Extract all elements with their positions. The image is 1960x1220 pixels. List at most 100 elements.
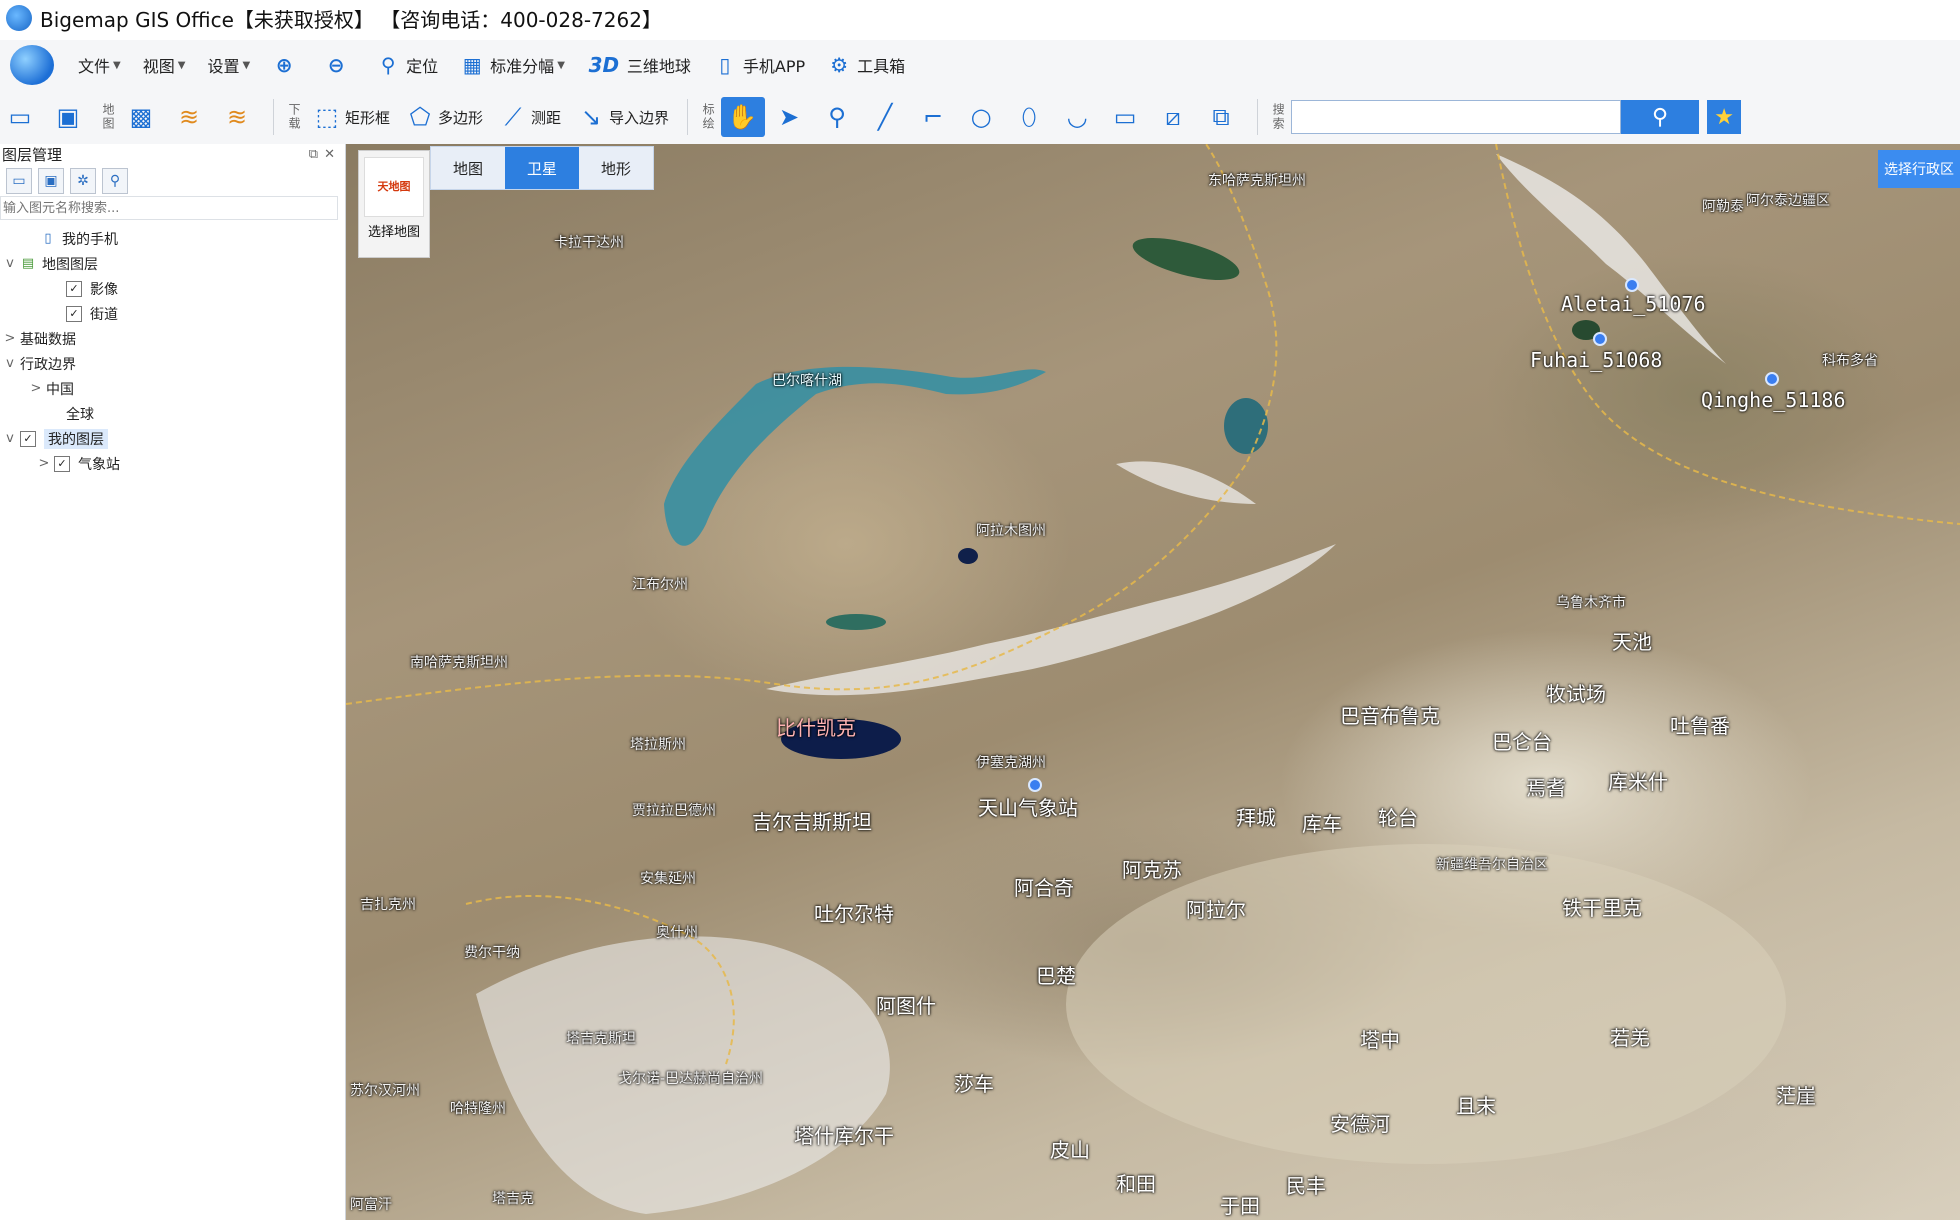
circle-tool-button[interactable]: ○ bbox=[961, 97, 1005, 137]
place-label: 库米什 bbox=[1608, 770, 1668, 794]
zoom-out-button[interactable]: ⊖ bbox=[324, 53, 354, 77]
tab-terrain[interactable]: 地形 bbox=[579, 147, 653, 189]
tree-expander[interactable]: > bbox=[0, 331, 20, 346]
import-boundary-button[interactable]: ↘ 导入边界 bbox=[571, 97, 675, 137]
locate-button[interactable]: ⚲ 定位 bbox=[376, 53, 438, 77]
lake-balkhash bbox=[664, 366, 1046, 546]
station-marker[interactable] bbox=[1765, 372, 1779, 386]
tree-node-my-layers[interactable]: v ✓ 我的图层 bbox=[0, 426, 345, 451]
curve-tool-button[interactable]: ◡ bbox=[1057, 97, 1101, 137]
polygon-select-icon: ⬠ bbox=[409, 103, 431, 131]
ellipse-tool-button[interactable]: ⬯ bbox=[1009, 97, 1053, 137]
place-label: 戈尔诺-巴达赫尚自治州 bbox=[618, 1071, 764, 1087]
open-button[interactable]: ▭ bbox=[0, 97, 44, 137]
tree-expander[interactable]: v bbox=[0, 256, 20, 271]
zoom-in-button[interactable]: ⊕ bbox=[272, 53, 302, 77]
station-label-tianshan[interactable]: 天山气象站 bbox=[978, 792, 1078, 821]
polygon-download-button[interactable]: ⬠ 多边形 bbox=[400, 97, 489, 137]
kml-import-button[interactable]: ≋ bbox=[169, 97, 213, 137]
place-label: 茫崖 bbox=[1776, 1084, 1816, 1108]
tree-node-admin-boundary[interactable]: v 行政边界 bbox=[0, 351, 345, 376]
menu-bar: 文件 ▼ 视图 ▼ 设置 ▼ ⊕ ⊖ ⚲ 定位 ▦ 标准分幅 ▼ 3D 三维地球 ▯ 手机APP… bbox=[0, 40, 1960, 91]
place-label: 焉耆 bbox=[1526, 776, 1566, 800]
tree-node-label: 我的图层 bbox=[44, 428, 108, 449]
select-region-button[interactable]: 选择行政区 bbox=[1878, 150, 1960, 188]
float-panel-icon[interactable]: ⧉ bbox=[309, 144, 318, 166]
pan-tool-button[interactable]: ✋ bbox=[721, 97, 766, 137]
layer-search-button[interactable]: ⚲ bbox=[102, 168, 128, 194]
area-measure-icon: ⧉ bbox=[1212, 103, 1230, 131]
tree-node-weather-stations[interactable]: > ✓ 气象站 bbox=[0, 451, 345, 476]
place-label: 比什凯克 bbox=[776, 716, 856, 740]
map-source-button[interactable]: ▩ bbox=[121, 97, 165, 137]
tree-node-label: 全球 bbox=[66, 406, 94, 423]
station-label-aletai[interactable]: Aletai_51076 bbox=[1561, 292, 1706, 316]
lake-sayram bbox=[958, 548, 978, 564]
grid-icon: ▦ bbox=[462, 53, 482, 77]
place-label: 阿合奇 bbox=[1014, 876, 1074, 900]
tree-node-my-phone[interactable]: ▯ 我的手机 bbox=[0, 226, 345, 251]
layer-panel-title: 图层管理 bbox=[2, 146, 63, 164]
measure-distance-button[interactable]: ⟋ 测距 bbox=[493, 97, 567, 137]
tree-expander[interactable]: v bbox=[0, 356, 20, 371]
tab-satellite[interactable]: 卫星 bbox=[505, 147, 579, 189]
tab-map[interactable]: 地图 bbox=[431, 147, 505, 189]
menu-file[interactable]: 文件 ▼ bbox=[78, 53, 121, 77]
menu-settings[interactable]: 设置 ▼ bbox=[207, 53, 250, 77]
place-label: 哈特隆州 bbox=[450, 1101, 506, 1117]
import-arrow-icon: ↘ bbox=[580, 103, 602, 131]
rectangle-download-button[interactable]: ⬚ 矩形框 bbox=[307, 97, 396, 137]
select-tool-button[interactable]: ➤ bbox=[769, 97, 813, 137]
place-label: 于田 bbox=[1220, 1194, 1260, 1218]
chevron-down-icon: ▼ bbox=[177, 59, 186, 71]
tree-expander[interactable]: > bbox=[26, 381, 46, 396]
place-label: 天池 bbox=[1612, 630, 1652, 654]
menu-view-label: 视图 bbox=[142, 57, 175, 76]
checkbox-checked[interactable]: ✓ bbox=[66, 280, 82, 297]
close-icon[interactable]: ✕ bbox=[324, 144, 335, 166]
rectangle-tool-button[interactable]: ▭ bbox=[1105, 97, 1149, 137]
tree-node-streets[interactable]: ✓ 街道 bbox=[0, 301, 345, 326]
station-label-fuhai[interactable]: Fuhai_51068 bbox=[1530, 348, 1662, 372]
tree-node-imagery[interactable]: ✓ 影像 bbox=[0, 276, 345, 301]
tree-node-base-data[interactable]: > 基础数据 bbox=[0, 326, 345, 351]
station-marker[interactable] bbox=[1028, 778, 1042, 792]
lake-zaysan bbox=[1132, 237, 1240, 281]
lake-kapchagay bbox=[826, 614, 886, 630]
map-canvas[interactable]: 天地图 选择地图 地图 卫星 地形 选择行政区 Aletai_51076 Fuh… bbox=[346, 144, 1960, 1220]
polyline-tool-button[interactable]: ⌐ bbox=[913, 97, 957, 137]
tree-expander[interactable]: > bbox=[34, 456, 54, 471]
checkbox-checked[interactable]: ✓ bbox=[66, 305, 82, 322]
save-layer-button[interactable]: ▣ bbox=[38, 168, 64, 194]
tree-node-global[interactable]: 全球 bbox=[0, 401, 345, 426]
open-layer-button[interactable]: ▭ bbox=[6, 168, 32, 194]
tree-expander[interactable]: v bbox=[0, 431, 20, 446]
layer-search-input[interactable] bbox=[0, 196, 338, 220]
search-input[interactable] bbox=[1291, 100, 1622, 134]
kml-export-button[interactable]: ≋ bbox=[217, 97, 261, 137]
line-tool-button[interactable]: ╱ bbox=[865, 97, 909, 137]
menu-view[interactable]: 视图 ▼ bbox=[143, 53, 186, 77]
place-label: 铁干里克 bbox=[1562, 896, 1642, 920]
ruler-tool-button[interactable]: ⧄ bbox=[1153, 97, 1197, 137]
station-marker[interactable] bbox=[1593, 332, 1607, 346]
station-marker[interactable] bbox=[1625, 278, 1639, 292]
place-label: 若羌 bbox=[1610, 1026, 1650, 1050]
mobile-app-button[interactable]: ▯ 手机APP bbox=[713, 53, 805, 77]
tree-node-china[interactable]: > 中国 bbox=[0, 376, 345, 401]
checkbox-checked[interactable]: ✓ bbox=[20, 430, 36, 447]
3d-globe-button[interactable]: 3D 三维地球 bbox=[587, 53, 691, 77]
standard-sheet-button[interactable]: ▦ 标准分幅 ▼ bbox=[460, 53, 565, 77]
tree-node-map-layers[interactable]: v ▤ 地图图层 bbox=[0, 251, 345, 276]
search-button[interactable]: ⚲ bbox=[1621, 100, 1700, 134]
layer-settings-button[interactable]: ✲ bbox=[70, 168, 96, 194]
favorites-button[interactable]: ★ bbox=[1707, 100, 1742, 134]
checkbox-checked[interactable]: ✓ bbox=[54, 455, 70, 472]
area-tool-button[interactable]: ⧉ bbox=[1201, 97, 1245, 137]
location-pin-icon: ⚲ bbox=[380, 53, 396, 77]
marker-tool-button[interactable]: ⚲ bbox=[817, 97, 861, 137]
save-button[interactable]: ▣ bbox=[48, 97, 92, 137]
station-label-qinghe[interactable]: Qinghe_51186 bbox=[1701, 388, 1846, 412]
toolbox-button[interactable]: ⚙ 工具箱 bbox=[827, 53, 905, 77]
map-source-selector[interactable]: 天地图 选择地图 bbox=[358, 150, 430, 258]
